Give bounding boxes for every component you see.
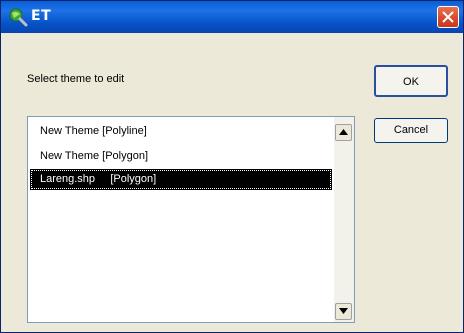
scroll-up-button[interactable] — [335, 124, 352, 141]
ok-button[interactable]: OK — [374, 65, 448, 97]
list-item[interactable]: New Theme [Polygon] — [30, 146, 332, 167]
window-title: ET — [31, 8, 52, 24]
title-bar[interactable]: ET — [1, 1, 463, 33]
triangle-down-icon — [339, 308, 348, 314]
prompt-label: Select theme to edit — [27, 73, 125, 85]
close-button[interactable] — [437, 6, 459, 28]
dialog-window: ET Select theme to edit OK Cancel New Th… — [0, 0, 464, 333]
cancel-button[interactable]: Cancel — [374, 118, 448, 143]
triangle-up-icon — [339, 129, 348, 135]
theme-listbox[interactable]: New Theme [Polyline] New Theme [Polygon]… — [27, 116, 355, 323]
list-item[interactable]: New Theme [Polyline] — [30, 121, 332, 142]
close-icon — [442, 11, 454, 23]
vertical-scrollbar[interactable] — [334, 117, 354, 322]
scroll-down-button[interactable] — [335, 303, 352, 320]
list-item-selected[interactable]: Lareng.shp [Polygon] — [30, 169, 332, 190]
magnifier-globe-icon — [8, 7, 28, 27]
